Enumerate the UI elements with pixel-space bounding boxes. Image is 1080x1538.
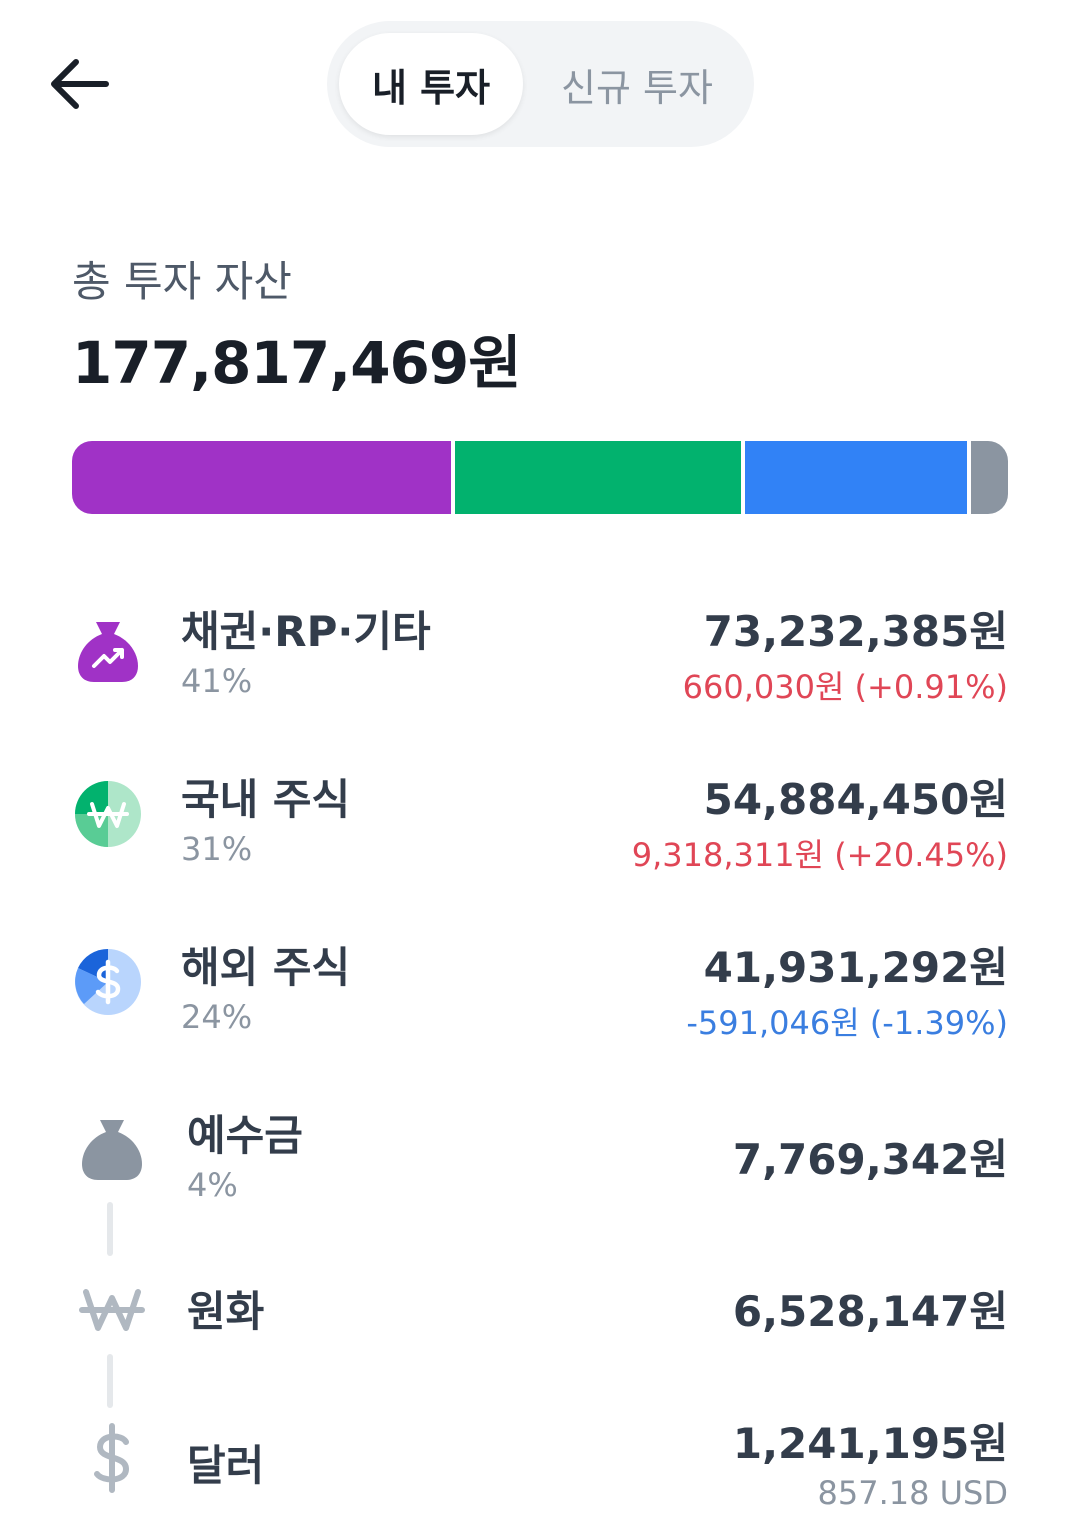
asset-amount: 1,241,195원: [732, 1419, 1008, 1468]
asset-amount: 54,884,450원: [703, 775, 1008, 824]
asset-change: 9,318,311원 (+20.45%): [631, 836, 1008, 874]
allocation-segment: [72, 441, 451, 514]
asset-name: 예수금: [187, 1111, 303, 1160]
tree-connector: [107, 1202, 113, 1256]
won-icon: [76, 1272, 148, 1344]
tab-my-investment[interactable]: 내 투자: [339, 33, 523, 135]
investment-tab-switch: 내 투자 신규 투자: [327, 21, 754, 147]
asset-percent: 31%: [181, 830, 253, 868]
asset-amount: 73,232,385원: [703, 607, 1008, 656]
asset-row-deposit[interactable]: 예수금 4% 7,769,342원: [0, 1094, 1080, 1214]
asset-name: 달러: [187, 1441, 265, 1490]
deposit-sub-row-krw[interactable]: 원화 6,528,147원: [0, 1268, 1080, 1348]
asset-percent: 4%: [187, 1166, 238, 1204]
asset-change: 660,030원 (+0.91%): [682, 668, 1008, 706]
dollar-pie-icon: [72, 946, 144, 1018]
dollar-icon: [76, 1422, 148, 1494]
allocation-segment: [745, 441, 968, 514]
asset-amount: 6,528,147원: [732, 1287, 1008, 1336]
allocation-segment: [971, 441, 1008, 514]
asset-percent: 41%: [181, 662, 253, 700]
asset-change: -591,046원 (-1.39%): [686, 1004, 1008, 1042]
asset-name: 해외 주식: [181, 943, 351, 992]
total-assets-label: 총 투자 자산: [72, 257, 292, 306]
asset-row-domestic-stocks[interactable]: 국내 주식 31% 54,884,450원 9,318,311원 (+20.45…: [0, 758, 1080, 878]
won-pie-icon: [72, 778, 144, 850]
asset-name: 채권·RP·기타: [181, 607, 431, 656]
money-bag-icon: [76, 1112, 148, 1184]
tree-connector: [107, 1354, 113, 1408]
asset-row-overseas-stocks[interactable]: 해외 주식 24% 41,931,292원 -591,046원 (-1.39%): [0, 926, 1080, 1046]
asset-name: 원화: [187, 1287, 265, 1336]
money-bag-chart-icon: [72, 614, 144, 686]
usd-amount-note: 857.18 USD: [817, 1474, 1008, 1512]
asset-amount: 7,769,342원: [732, 1135, 1008, 1184]
asset-name: 국내 주식: [181, 775, 351, 824]
tab-new-investment[interactable]: 신규 투자: [537, 33, 737, 135]
arrow-left-icon: [51, 59, 109, 109]
allocation-bar: [72, 441, 1008, 514]
asset-percent: 24%: [181, 998, 253, 1036]
asset-row-bonds[interactable]: 채권·RP·기타 41% 73,232,385원 660,030원 (+0.91…: [0, 590, 1080, 710]
allocation-segment: [454, 441, 742, 514]
total-assets-value: 177,817,469원: [72, 329, 522, 397]
back-button[interactable]: [46, 50, 114, 118]
asset-amount: 41,931,292원: [703, 943, 1008, 992]
